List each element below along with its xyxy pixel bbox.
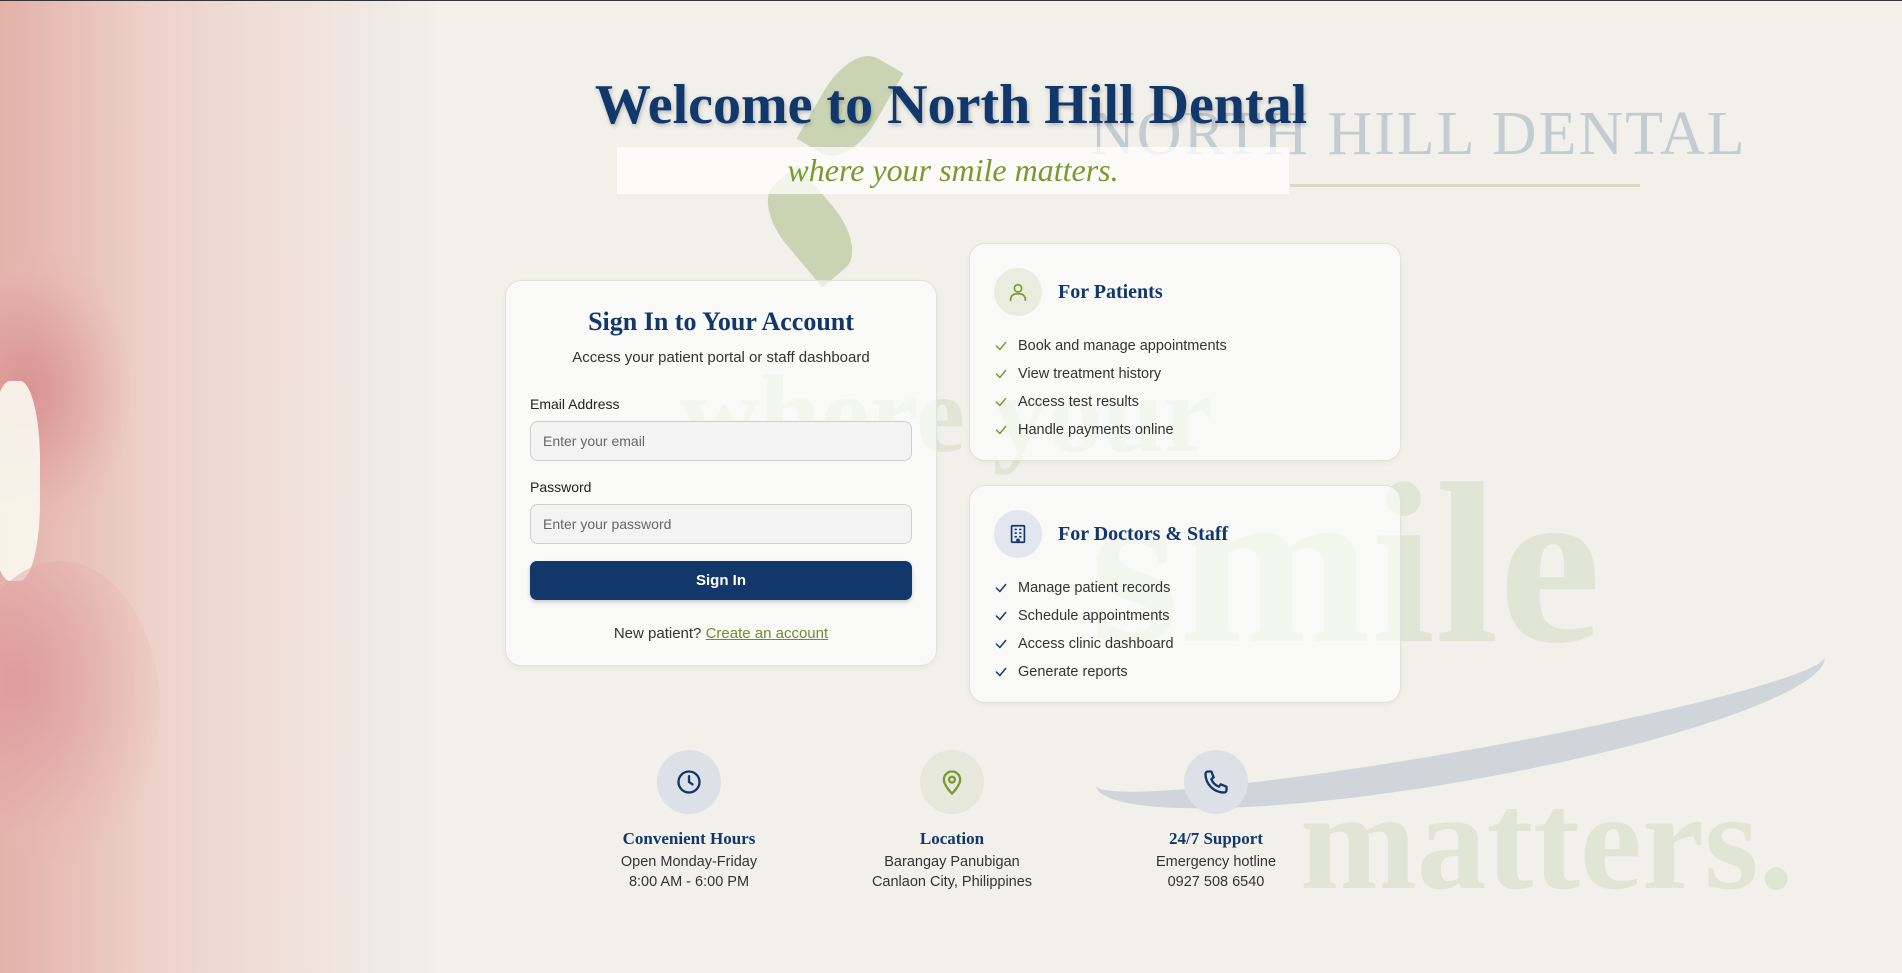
list-item: Schedule appointments — [994, 602, 1376, 630]
phone-icon — [1184, 750, 1248, 814]
feature-detail: Emergency hotline — [1155, 854, 1277, 870]
feature-support: 24/7 Support Emergency hotline 0927 508 … — [1086, 750, 1346, 889]
staff-card-header: For Doctors & Staff — [994, 510, 1376, 558]
password-label: Password — [530, 479, 592, 495]
check-icon — [995, 611, 1007, 621]
patients-card-header: For Patients — [994, 268, 1376, 316]
email-field[interactable] — [530, 421, 912, 461]
feature-hours: Convenient Hours Open Monday-Friday 8:00… — [559, 750, 819, 889]
feature-title: 24/7 Support — [1169, 829, 1263, 848]
check-icon — [995, 667, 1007, 677]
sign-in-button[interactable]: Sign In — [530, 561, 912, 600]
building-icon — [994, 510, 1042, 558]
signin-title: Sign In to Your Account — [588, 307, 854, 336]
feature-location: Location Barangay Panubigan Canlaon City… — [822, 750, 1082, 889]
feature-title: Convenient Hours — [622, 829, 756, 848]
clock-icon — [657, 750, 721, 814]
page-title: Welcome to North Hill Dental — [594, 74, 1308, 136]
signin-subtitle: Access your patient portal or staff dash… — [572, 349, 870, 366]
watermark-logo-underline — [1290, 184, 1640, 187]
watermark-word: matters. — [1300, 764, 1794, 919]
patients-card-title: For Patients — [1058, 280, 1163, 303]
check-icon — [995, 341, 1007, 351]
map-pin-icon — [920, 750, 984, 814]
list-item: Access test results — [994, 388, 1376, 416]
new-patient-text: New patient? — [613, 625, 702, 642]
new-patient-prompt: New patient? Create an account — [530, 625, 912, 642]
check-icon — [995, 369, 1007, 379]
tagline-banner: where your smile matters. — [617, 147, 1289, 194]
check-icon — [995, 425, 1007, 435]
feature-detail: 8:00 AM - 6:00 PM — [628, 874, 750, 890]
email-label: Email Address — [530, 396, 620, 412]
list-item: Manage patient records — [994, 574, 1376, 602]
feature-detail: Canlaon City, Philippines — [871, 874, 1033, 890]
password-field[interactable] — [530, 504, 912, 544]
patients-feature-list: Book and manage appointments View treatm… — [994, 332, 1376, 444]
check-icon — [995, 583, 1007, 593]
list-item: Book and manage appointments — [994, 332, 1376, 360]
patients-card: For Patients Book and manage appointment… — [969, 243, 1401, 461]
feature-detail: 0927 508 6540 — [1167, 874, 1265, 890]
background-tooth — [0, 381, 40, 581]
check-icon — [995, 639, 1007, 649]
list-item: Access clinic dashboard — [994, 630, 1376, 658]
staff-card-title: For Doctors & Staff — [1058, 522, 1229, 545]
list-item: Generate reports — [994, 658, 1376, 686]
staff-card: For Doctors & Staff Manage patient recor… — [969, 485, 1401, 703]
staff-feature-list: Manage patient records Schedule appointm… — [994, 574, 1376, 686]
feature-detail: Open Monday-Friday — [620, 854, 758, 870]
feature-detail: Barangay Panubigan — [884, 854, 1020, 870]
list-item: View treatment history — [994, 360, 1376, 388]
signin-card: Sign In to Your Account Access your pati… — [505, 280, 937, 666]
check-icon — [995, 397, 1007, 407]
user-icon — [994, 268, 1042, 316]
tagline: where your smile matters. — [787, 152, 1119, 188]
list-item: Handle payments online — [994, 416, 1376, 444]
feature-title: Location — [919, 829, 985, 848]
create-account-link[interactable]: Create an account — [706, 625, 829, 642]
